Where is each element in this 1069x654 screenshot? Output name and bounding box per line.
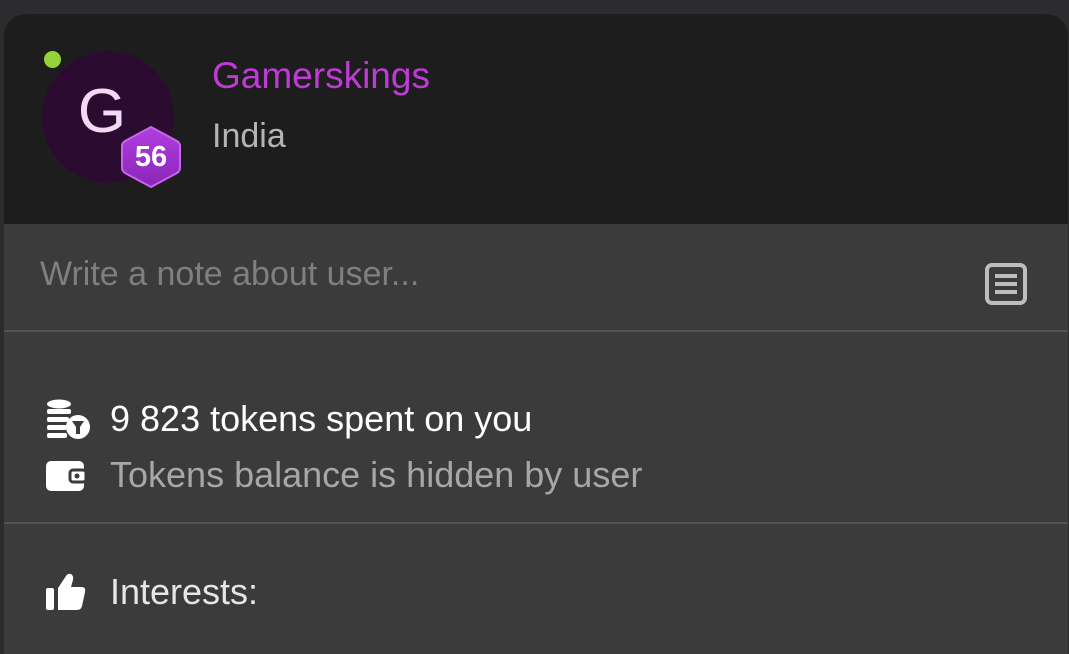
note-icon[interactable]	[984, 262, 1028, 306]
thumbs-up-icon	[46, 573, 86, 610]
user-header: G 56 Gamerskings India	[4, 14, 1068, 224]
online-status-dot	[44, 51, 61, 68]
username-link[interactable]: Gamerskings	[212, 54, 430, 98]
user-card: G 56 Gamerskings India Write a note abou…	[4, 14, 1068, 654]
note-input[interactable]	[40, 252, 920, 296]
user-country: India	[212, 117, 286, 155]
tokens-spent-row: 9 823 tokens spent on you	[44, 395, 532, 443]
tokens-spent-text: 9 823 tokens spent on you	[110, 398, 533, 439]
level-number: 56	[134, 141, 168, 173]
tokens-balance-row: Tokens balance is hidden by user	[44, 451, 642, 499]
coins-icon	[47, 399, 90, 439]
interests-section: Interests:	[44, 568, 258, 616]
interests-label: Interests:	[110, 571, 259, 612]
wallet-icon	[46, 461, 88, 491]
level-badge: 56	[119, 124, 183, 190]
token-stats: 9 823 tokens spent on you Tokens balance…	[4, 332, 1068, 524]
tokens-balance-text: Tokens balance is hidden by user	[110, 454, 643, 495]
note-row	[4, 224, 1068, 332]
